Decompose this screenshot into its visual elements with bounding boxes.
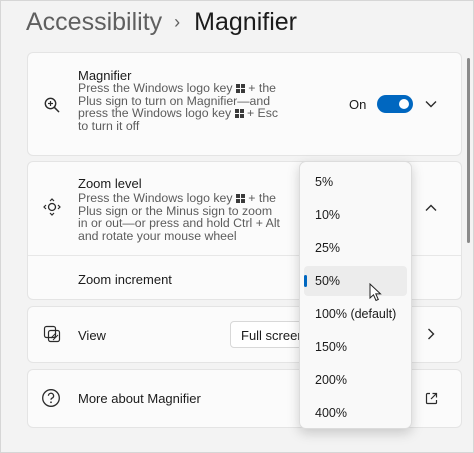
mouse-pointer-icon <box>369 283 382 302</box>
magnifier-zoom-icon <box>42 95 62 115</box>
zoom-increment-dropdown: 5% 10% 25% 50% 100% (default) 150% 200% … <box>299 161 412 429</box>
magnifier-description: Press the Windows logo key + the Plus si… <box>78 82 283 132</box>
zoom-option[interactable]: 5% <box>304 167 407 197</box>
magnifier-expand-chevron-icon[interactable] <box>424 97 438 111</box>
zoom-option-label: 5% <box>315 175 334 189</box>
zoom-option[interactable]: 10% <box>304 200 407 230</box>
magnifier-toggle[interactable] <box>377 95 413 113</box>
zoom-level-icon <box>42 197 62 217</box>
zoom-option-label: 400% <box>315 406 347 420</box>
zoom-level-title: Zoom level <box>78 176 142 191</box>
view-chevron-right-icon[interactable] <box>424 327 438 341</box>
zoom-option[interactable]: 150% <box>304 332 407 362</box>
windows-logo-icon <box>235 194 245 203</box>
zoom-level-description: Press the Windows logo key + the Plus si… <box>78 192 283 242</box>
zoom-option-label: 100% (default) <box>315 307 397 321</box>
zoom-option[interactable]: 200% <box>304 365 407 395</box>
zoom-option-label: 50% <box>315 274 341 288</box>
scrollbar[interactable] <box>467 58 470 243</box>
open-external-icon[interactable] <box>424 391 438 405</box>
zoom-increment-label: Zoom increment <box>78 272 172 287</box>
view-mode-icon <box>42 324 62 344</box>
zoom-option[interactable]: 400% <box>304 398 407 428</box>
toggle-knob <box>399 99 409 109</box>
page-title: Magnifier <box>194 7 297 36</box>
breadcrumb: Accessibility › Magnifier <box>26 4 297 40</box>
windows-logo-icon <box>234 109 244 119</box>
magnifier-toggle-label: On <box>349 97 367 112</box>
zoom-option-label: 150% <box>315 340 347 354</box>
zoom-option-selected[interactable]: 50% <box>304 266 407 296</box>
breadcrumb-separator: › <box>174 11 181 32</box>
zoom-option-label: 25% <box>315 241 341 255</box>
zoom-option[interactable]: 25% <box>304 233 407 263</box>
breadcrumb-accessibility[interactable]: Accessibility <box>26 8 162 37</box>
zoom-option-label: 200% <box>315 373 347 387</box>
windows-logo-icon <box>235 84 245 93</box>
zoom-option-label: 10% <box>315 208 341 222</box>
help-icon <box>41 388 61 408</box>
more-about-label: More about Magnifier <box>78 391 201 406</box>
zoom-option[interactable]: 100% (default) <box>304 299 407 329</box>
selection-indicator <box>304 275 307 287</box>
zoom-level-collapse-chevron-icon[interactable] <box>424 201 438 215</box>
view-label: View <box>78 328 106 343</box>
